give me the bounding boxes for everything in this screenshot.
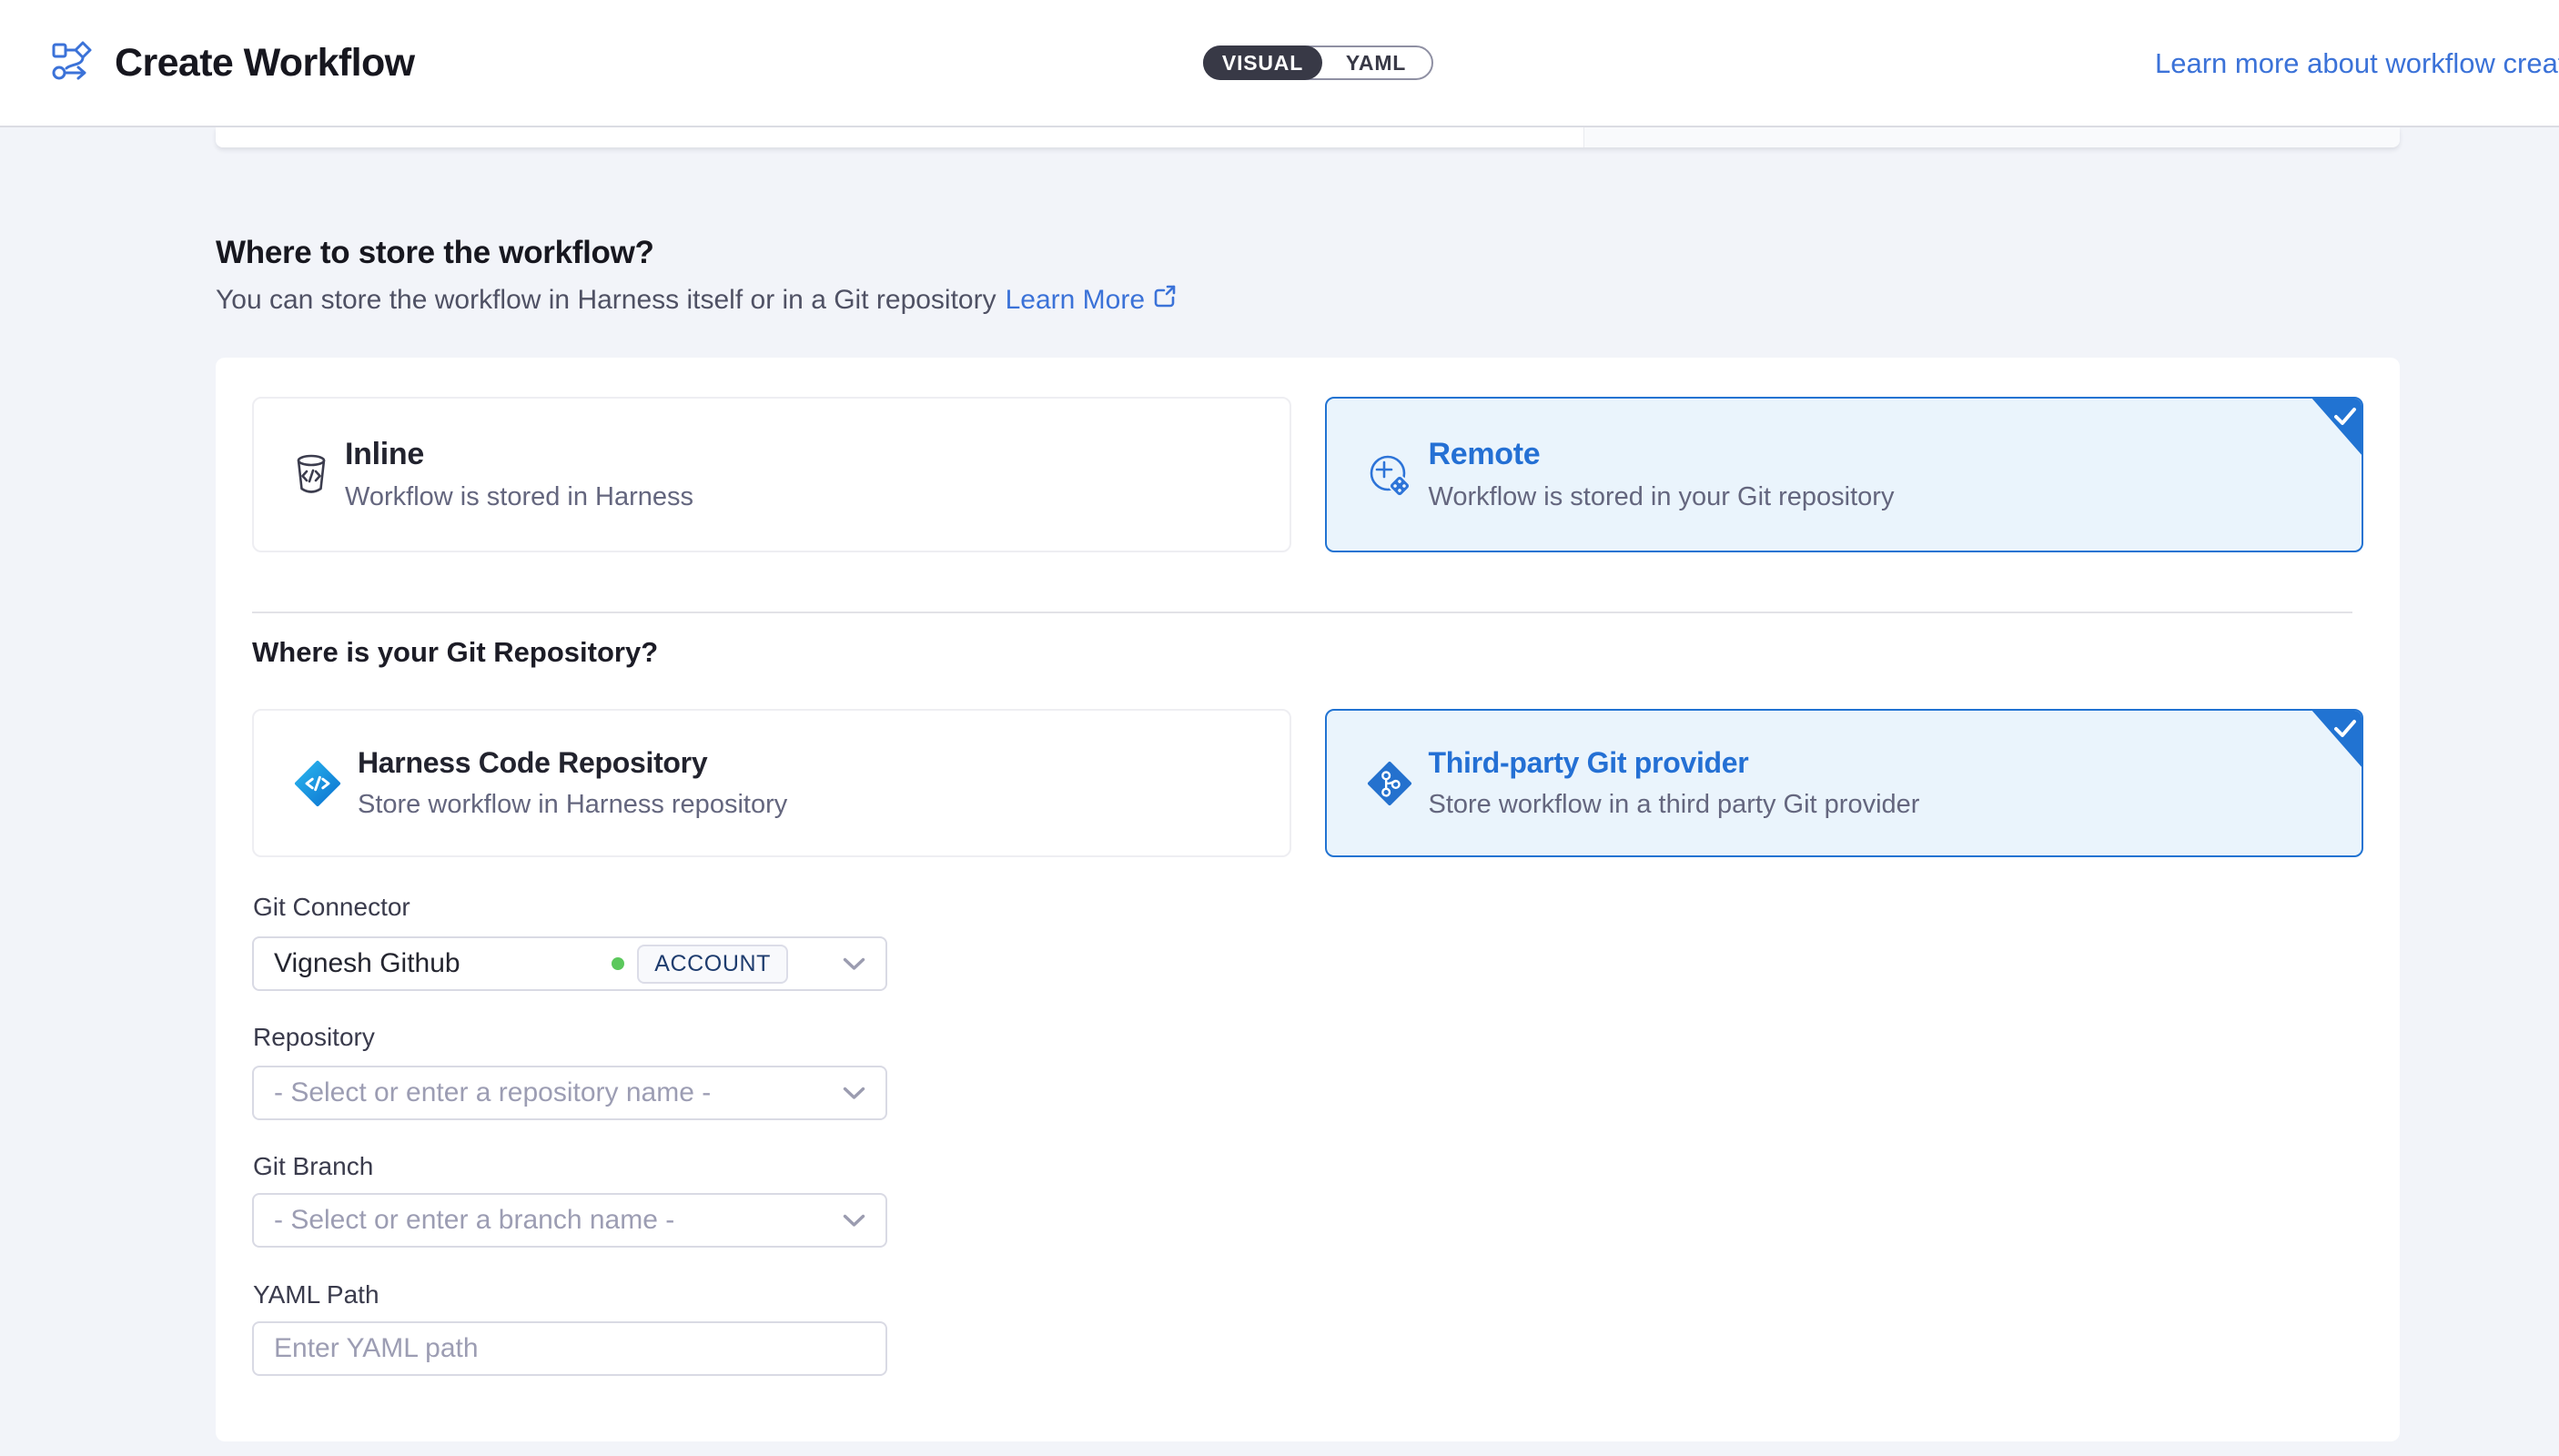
card-title-third-party: Third-party Git provider bbox=[1429, 746, 1920, 780]
git-provider-icon bbox=[1367, 761, 1412, 806]
selected-check-badge bbox=[2311, 709, 2363, 769]
chevron-down-icon[interactable] bbox=[843, 1214, 865, 1228]
store-section-description: You can store the workflow in Harness it… bbox=[216, 284, 1177, 316]
selected-check-badge bbox=[2311, 397, 2363, 457]
card-title-inline: Inline bbox=[345, 437, 693, 472]
external-link-icon bbox=[1152, 284, 1177, 316]
scrolled-card-left bbox=[216, 127, 1584, 147]
repo-section-heading: Where is your Git Repository? bbox=[252, 636, 658, 669]
visual-yaml-toggle: VISUAL YAML bbox=[1203, 46, 1433, 80]
store-description-text: You can store the workflow in Harness it… bbox=[216, 285, 996, 316]
store-type-options: Inline Workflow is stored in Harness bbox=[252, 397, 2363, 552]
git-branch-select[interactable] bbox=[252, 1193, 887, 1248]
yaml-path-field[interactable] bbox=[252, 1321, 887, 1376]
page-title: Create Workflow bbox=[115, 41, 415, 86]
card-title-remote: Remote bbox=[1429, 437, 1895, 472]
git-connector-label: Git Connector bbox=[253, 893, 410, 922]
remote-icon bbox=[1367, 452, 1412, 498]
workflow-store-panel: Inline Workflow is stored in Harness bbox=[216, 358, 2400, 1441]
harness-code-icon bbox=[294, 760, 341, 807]
toggle-yaml[interactable]: YAML bbox=[1320, 47, 1431, 78]
option-card-third-party[interactable]: Third-party Git provider Store workflow … bbox=[1325, 709, 2364, 857]
scrolled-card-right bbox=[1584, 127, 2400, 147]
repository-select[interactable] bbox=[252, 1066, 887, 1120]
connector-scope-badge: ACCOUNT bbox=[637, 945, 788, 984]
card-subtitle-harness-code: Store workflow in Harness repository bbox=[358, 790, 787, 820]
yaml-path-input[interactable] bbox=[274, 1333, 865, 1364]
toggle-visual[interactable]: VISUAL bbox=[1203, 46, 1322, 80]
option-card-harness-code[interactable]: Harness Code Repository Store workflow i… bbox=[252, 709, 1291, 857]
card-subtitle-remote: Workflow is stored in your Git repositor… bbox=[1429, 482, 1895, 512]
option-card-remote[interactable]: Remote Workflow is stored in your Git re… bbox=[1325, 397, 2364, 552]
learn-more-workflow-link[interactable]: Learn more about workflow creation bbox=[2155, 47, 2559, 80]
workflow-icon bbox=[51, 40, 93, 86]
store-section-heading: Where to store the workflow? bbox=[216, 235, 654, 271]
section-divider bbox=[252, 612, 2352, 613]
git-branch-input[interactable] bbox=[274, 1205, 843, 1236]
repository-label: Repository bbox=[253, 1023, 375, 1052]
repository-input[interactable] bbox=[274, 1077, 843, 1108]
chevron-down-icon[interactable] bbox=[843, 1087, 865, 1100]
inline-database-icon bbox=[294, 454, 329, 496]
git-branch-label: Git Branch bbox=[253, 1152, 373, 1181]
repo-type-options: Harness Code Repository Store workflow i… bbox=[252, 709, 2363, 857]
card-title-harness-code: Harness Code Repository bbox=[358, 746, 787, 780]
scrolled-card-remnant bbox=[216, 127, 2400, 147]
card-subtitle-inline: Workflow is stored in Harness bbox=[345, 482, 693, 512]
learn-more-link[interactable]: Learn More bbox=[1006, 284, 1177, 316]
connector-status-dot bbox=[612, 957, 624, 970]
git-connector-select[interactable]: Vignesh Github ACCOUNT bbox=[252, 936, 887, 991]
chevron-down-icon[interactable] bbox=[843, 957, 865, 971]
git-connector-value: Vignesh Github bbox=[274, 948, 612, 979]
header: Create Workflow VISUAL YAML Learn more a… bbox=[0, 0, 2559, 127]
card-subtitle-third-party: Store workflow in a third party Git prov… bbox=[1429, 790, 1920, 820]
yaml-path-label: YAML Path bbox=[253, 1280, 379, 1309]
option-card-inline[interactable]: Inline Workflow is stored in Harness bbox=[252, 397, 1291, 552]
